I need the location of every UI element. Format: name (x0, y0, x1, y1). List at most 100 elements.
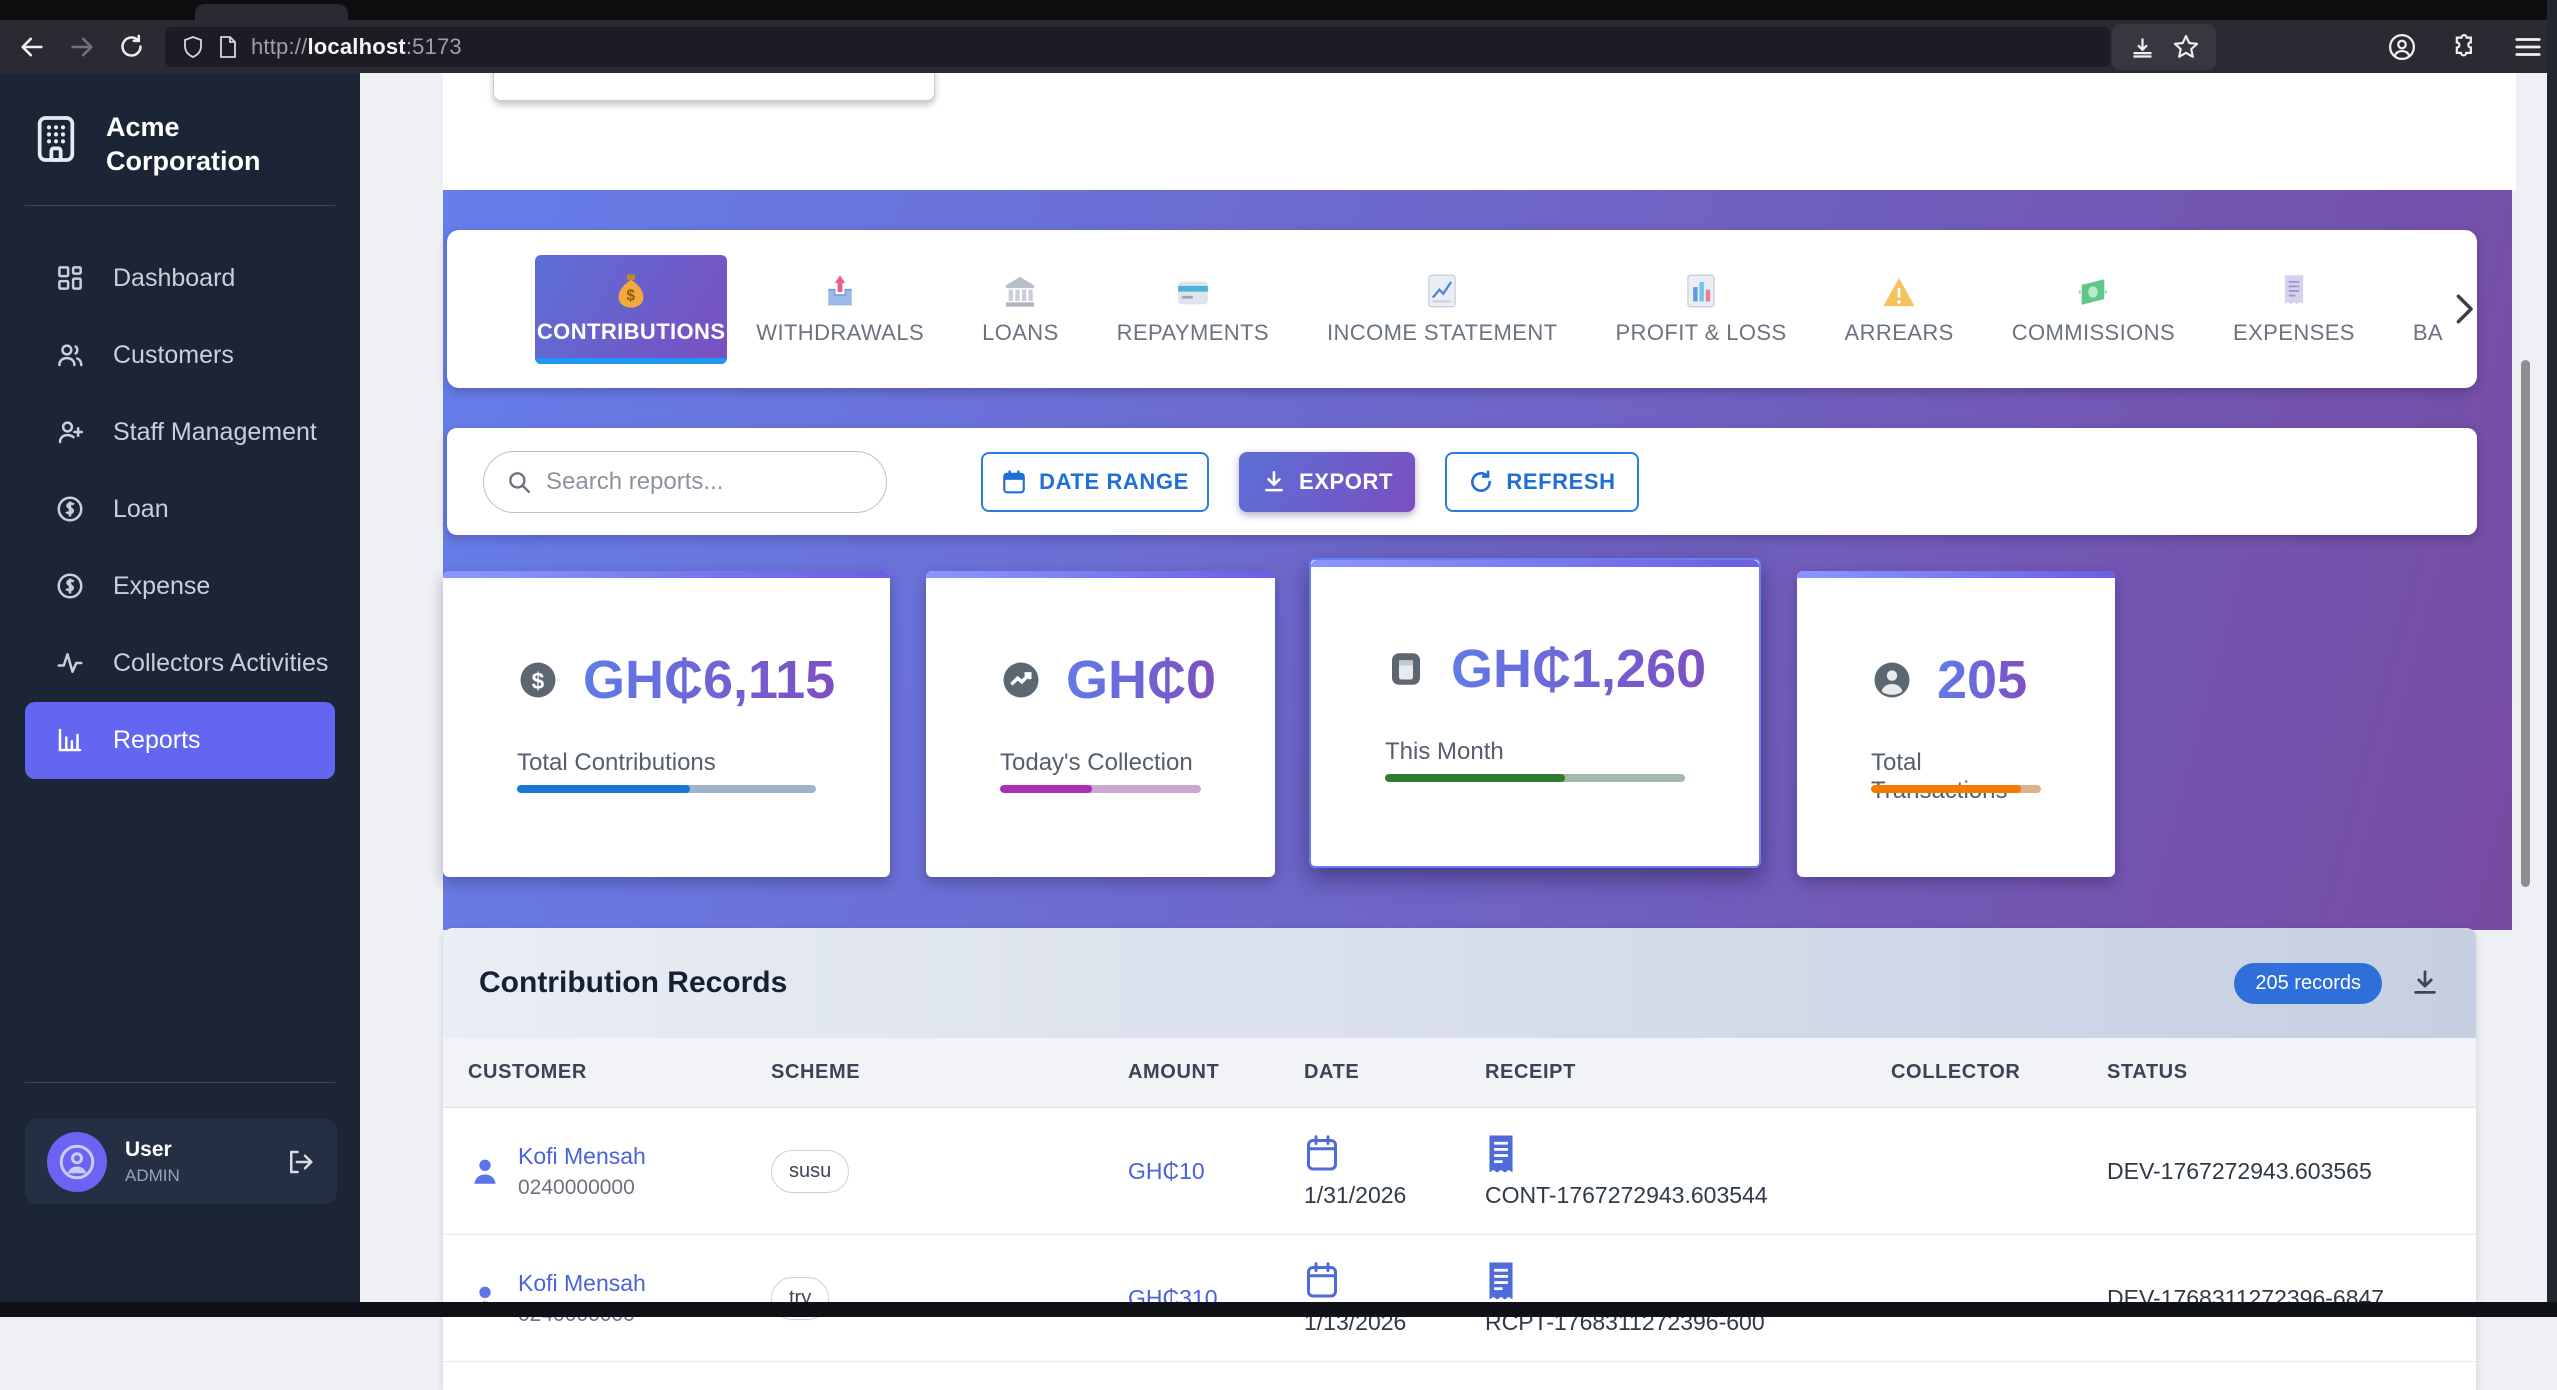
download-icon[interactable] (2129, 34, 2156, 61)
tab-profit-loss[interactable]: PROFIT & LOSS (1586, 272, 1815, 346)
search-input[interactable] (546, 468, 846, 496)
receipt-icon (1485, 1134, 1517, 1174)
user-name: User (125, 1138, 180, 1162)
tab-repayments[interactable]: REPAYMENTS (1088, 272, 1298, 346)
sidebar-item-loan[interactable]: Loan (0, 471, 360, 548)
progress-track (517, 785, 816, 793)
table-row[interactable]: Kofi Mensah 0240000000 susu GH₵10 1/31/2… (443, 1108, 2476, 1235)
sidebar-item-label: Collectors Activities (113, 649, 328, 678)
progress-fill (1871, 785, 2021, 793)
customer-name-link[interactable]: Kofi Mensah (518, 1143, 646, 1170)
credit-card-icon (1176, 272, 1210, 308)
stat-card-this-month[interactable]: GH₵1,260 This Month (1309, 558, 1761, 868)
progress-track (1871, 785, 2041, 793)
tab-loans[interactable]: LOANS (953, 272, 1088, 346)
extensions-icon[interactable] (2451, 33, 2479, 61)
person-icon (468, 1154, 502, 1188)
progress-track (1385, 774, 1685, 782)
sidebar-item-customers[interactable]: Customers (0, 317, 360, 394)
dollar-circle-icon: $ (517, 659, 559, 701)
bookmark-star-icon[interactable] (2172, 33, 2200, 61)
stat-value: GH₵6,115 (583, 649, 835, 711)
sidebar-divider (25, 1082, 335, 1083)
warning-icon (1882, 272, 1916, 308)
search-box[interactable] (483, 451, 887, 513)
search-icon (506, 469, 532, 495)
tab-ba-truncated[interactable]: BA (2384, 272, 2443, 346)
export-button[interactable]: EXPORT (1239, 452, 1415, 512)
sidebar-item-expense[interactable]: Expense (0, 548, 360, 625)
company-name: Acme Corporation (106, 111, 286, 179)
tab-commissions[interactable]: COMMISSIONS (1983, 272, 2204, 346)
download-icon[interactable] (2410, 968, 2440, 998)
reload-icon[interactable] (118, 33, 145, 60)
sidebar-item-label: Loan (113, 495, 169, 524)
sidebar-item-label: Staff Management (113, 418, 317, 447)
main-content: $ CONTRIBUTIONS WITHDRAWALS LOANS REPAYM… (360, 73, 2557, 1317)
activity-icon (55, 648, 85, 678)
tab-expenses[interactable]: EXPENSES (2204, 272, 2384, 346)
menu-icon[interactable] (2513, 32, 2543, 62)
tab-arrears[interactable]: ARREARS (1816, 272, 1983, 346)
people-icon (55, 340, 85, 370)
tab-label: BA (2413, 320, 2443, 346)
tab-label: INCOME STATEMENT (1327, 320, 1557, 346)
col-status: STATUS (2107, 1061, 2476, 1084)
forward-icon[interactable] (68, 33, 96, 61)
back-icon[interactable] (18, 33, 46, 61)
logout-icon[interactable] (285, 1147, 315, 1177)
tab-withdrawals[interactable]: WITHDRAWALS (727, 272, 953, 346)
window-bottom-edge (0, 1302, 2557, 1317)
date-range-button[interactable]: DATE RANGE (981, 452, 1209, 512)
report-tabs-bar: $ CONTRIBUTIONS WITHDRAWALS LOANS REPAYM… (447, 230, 2477, 388)
sidebar-item-dashboard[interactable]: Dashboard (0, 240, 360, 317)
scrollbar-thumb[interactable] (2521, 360, 2530, 887)
user-card[interactable]: User ADMIN (25, 1119, 337, 1204)
sidebar-item-collectors-activities[interactable]: Collectors Activities (0, 625, 360, 702)
sidebar-divider (25, 205, 335, 206)
customer-name-link[interactable]: Kofi Mensah (518, 1270, 646, 1297)
progress-fill (517, 785, 690, 793)
tab-label: CONTRIBUTIONS (537, 319, 726, 345)
stat-card-total-contributions[interactable]: $ GH₵6,115 Total Contributions (443, 571, 890, 877)
bank-icon (1003, 272, 1037, 308)
refresh-button[interactable]: REFRESH (1445, 452, 1639, 512)
grid-icon (55, 263, 85, 293)
line-chart-icon (1426, 272, 1458, 308)
stat-card-total-transactions[interactable]: 205 Total Transactions (1797, 571, 2115, 877)
chevron-right-icon[interactable] (2451, 292, 2477, 326)
status-value: DEV-1767272943.603565 (2107, 1158, 2476, 1185)
outbox-icon (824, 272, 856, 308)
filter-bar: DATE RANGE EXPORT REFRESH (447, 428, 2477, 535)
receipt-icon (1485, 1261, 1517, 1301)
page-info-icon[interactable] (217, 35, 239, 59)
progress-fill (1000, 785, 1092, 793)
browser-tab[interactable] (195, 4, 348, 20)
avatar (47, 1132, 107, 1192)
top-panel (443, 73, 2516, 190)
export-label: EXPORT (1299, 469, 1393, 495)
downloads-group (2112, 24, 2216, 70)
dollar-circle-icon (55, 571, 85, 601)
stat-card-todays-collection[interactable]: GH₵0 Today's Collection (926, 571, 1275, 877)
calendar-icon (1001, 469, 1027, 495)
sidebar-item-label: Reports (113, 726, 201, 755)
browser-tab-strip (0, 0, 2557, 20)
dollar-circle-icon (55, 494, 85, 524)
date-value: 1/31/2026 (1304, 1182, 1406, 1209)
tab-contributions[interactable]: $ CONTRIBUTIONS (535, 255, 727, 364)
table-row[interactable]: Kofi Mensah 0240000000 try GH₵310 1/13/2… (443, 1235, 2476, 1362)
company-logo-icon (28, 111, 84, 167)
bar-chart-icon (55, 725, 85, 755)
shield-icon[interactable] (181, 35, 205, 59)
account-icon[interactable] (2387, 32, 2417, 62)
stat-label: Total Contributions (517, 749, 716, 777)
svg-text:$: $ (627, 288, 636, 305)
cash-icon (2076, 272, 2110, 308)
trending-up-icon (1000, 659, 1042, 701)
url-bar[interactable]: http://localhost:5173 (165, 27, 2110, 67)
amount-value: GH₵10 (1128, 1158, 1304, 1185)
tab-income-statement[interactable]: INCOME STATEMENT (1298, 272, 1586, 346)
sidebar-item-staff-management[interactable]: Staff Management (0, 394, 360, 471)
sidebar-item-reports[interactable]: Reports (25, 702, 335, 779)
